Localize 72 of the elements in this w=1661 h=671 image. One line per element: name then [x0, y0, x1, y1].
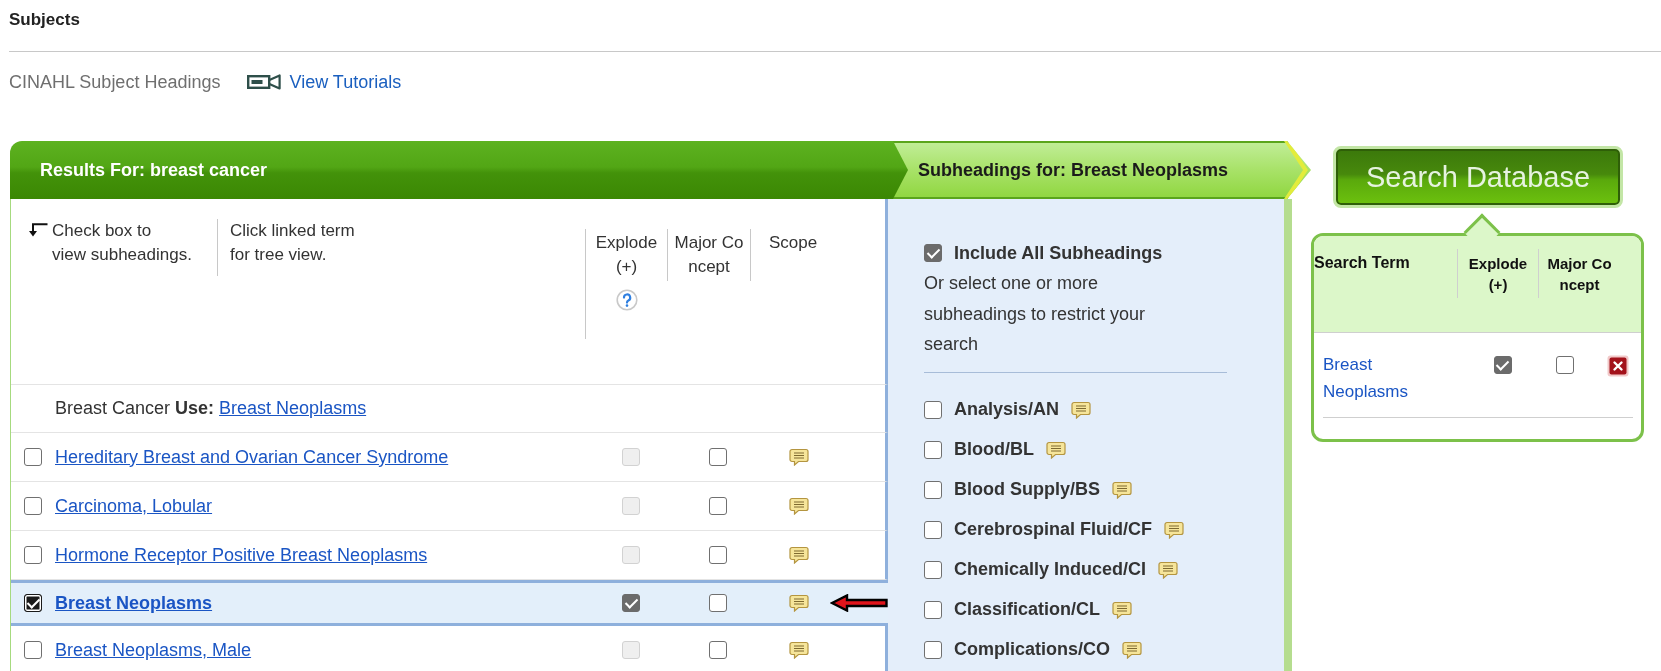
speech-bubble-icon[interactable]	[1112, 600, 1133, 619]
subheading-label: Chemically Induced/CI	[954, 559, 1147, 580]
speech-bubble-icon[interactable]	[789, 641, 809, 659]
column-header: Explode (+)	[594, 232, 659, 278]
page-title: Subjects	[9, 10, 80, 30]
speech-bubble-icon[interactable]	[1046, 440, 1066, 459]
turn-down-arrow-icon	[28, 223, 48, 237]
see-reference-text: Breast Cancer Use:	[55, 398, 215, 419]
result-row[interactable]: Carcinoma, Lobular	[11, 482, 888, 531]
term-link[interactable]: Breast Neoplasms, Male	[55, 639, 252, 661]
hint-text: Or select one or more subheadings to restrict your search	[924, 272, 1147, 356]
row-checkbox[interactable]	[24, 497, 42, 515]
term-link[interactable]: Breast Neoplasms	[219, 398, 367, 419]
include-all-checkbox[interactable]	[924, 244, 942, 262]
subheading-label: Blood Supply/BS	[954, 479, 1100, 500]
subheading-label: Blood/BL	[954, 439, 1034, 460]
search-term-link[interactable]: Breast Neoplasms	[1323, 351, 1443, 405]
speech-bubble-icon[interactable]	[1122, 640, 1142, 659]
instruction-text: Click linked term for tree view.	[230, 220, 356, 266]
column-header: Major Concept	[1546, 254, 1613, 295]
column-header: Scope	[767, 232, 819, 254]
term-link[interactable]: Hereditary Breast and Ovarian Cancer Syndrome	[55, 446, 449, 468]
row-checkbox[interactable]	[24, 448, 42, 466]
speech-bubble-icon[interactable]	[1071, 400, 1092, 419]
row-checkbox[interactable]	[24, 641, 42, 659]
checkbox-label: Include All Subheadings	[954, 242, 1163, 264]
speech-bubble-icon[interactable]	[1112, 480, 1132, 499]
results-heading: Results For: breast cancer	[10, 141, 908, 199]
instruction-text: Check box to view subheadings.	[52, 220, 192, 266]
explode-checkbox[interactable]	[1493, 356, 1512, 374]
subheading-checkbox[interactable]	[924, 600, 942, 619]
subheadings-heading: Subheadings for: Breast Neoplasms	[893, 141, 1311, 199]
speech-bubble-icon[interactable]	[1158, 560, 1179, 579]
major-concept-checkbox[interactable]	[709, 448, 727, 466]
subheading-checkbox[interactable]	[924, 480, 942, 499]
term-link[interactable]: Hormone Receptor Positive Breast Neoplasms	[55, 544, 428, 566]
result-row[interactable]: Breast Neoplasms, Male	[11, 626, 888, 671]
result-row[interactable]: Hereditary Breast and Ovarian Cancer Syndrome	[11, 433, 888, 482]
column-header: Search Term	[1314, 253, 1410, 273]
subheading-checkbox[interactable]	[924, 400, 942, 419]
major-concept-checkbox[interactable]	[709, 497, 727, 515]
major-concept-checkbox[interactable]	[1556, 356, 1574, 374]
row-checkbox[interactable]	[24, 594, 42, 612]
term-link[interactable]: Breast Neoplasms	[55, 592, 213, 614]
row-checkbox[interactable]	[24, 546, 42, 564]
speech-bubble-icon[interactable]	[789, 448, 809, 466]
result-row[interactable]: Breast Neoplasms	[11, 580, 888, 626]
major-concept-checkbox[interactable]	[709, 546, 727, 564]
column-header: Major Concept	[673, 232, 745, 278]
speech-bubble-icon[interactable]	[789, 546, 809, 564]
subheading-checkbox[interactable]	[924, 440, 942, 459]
subheading-label: Analysis/AN	[954, 399, 1060, 420]
close-icon[interactable]	[1607, 355, 1629, 377]
major-concept-checkbox[interactable]	[709, 594, 727, 612]
explode-checkbox[interactable]	[622, 594, 640, 612]
vocabulary-label: CINAHL Subject Headings	[9, 71, 221, 93]
subheading-label: Classification/CL	[954, 599, 1101, 620]
speech-bubble-icon[interactable]	[789, 594, 809, 612]
subheading-label: Complications/CO	[954, 639, 1110, 660]
column-header: Explode (+)	[1467, 254, 1529, 295]
subheading-label: Cerebrospinal Fluid/CF	[954, 519, 1153, 540]
tutorials-link[interactable]: View Tutorials	[289, 71, 402, 93]
subheading-checkbox[interactable]	[924, 520, 942, 539]
major-concept-checkbox[interactable]	[709, 641, 727, 659]
subheading-checkbox[interactable]	[924, 640, 942, 659]
left-arrow-icon	[830, 594, 888, 612]
help-icon[interactable]	[615, 289, 638, 311]
speech-bubble-icon[interactable]	[789, 497, 809, 515]
subheading-checkbox[interactable]	[924, 560, 942, 579]
video-camera-icon[interactable]	[247, 74, 282, 90]
term-link[interactable]: Carcinoma, Lobular	[55, 495, 213, 517]
speech-bubble-icon[interactable]	[1164, 520, 1185, 539]
